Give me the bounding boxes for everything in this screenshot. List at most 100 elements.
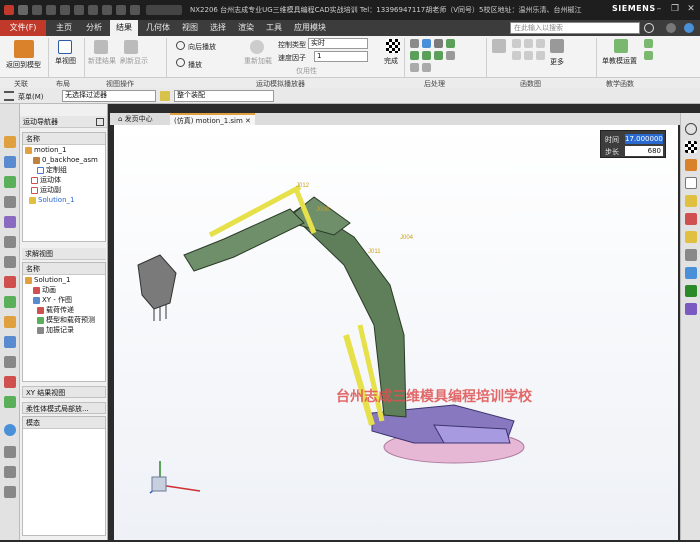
switch-window-icon[interactable] — [130, 5, 140, 15]
graph-copy-icon[interactable] — [536, 39, 545, 48]
finish-flag-icon[interactable] — [386, 39, 400, 53]
flexible-body-title[interactable]: 柔性体模式局部放... — [22, 402, 106, 414]
pmi-icon[interactable] — [4, 356, 16, 368]
tool-icon[interactable] — [685, 213, 697, 225]
tab-home-center[interactable]: ⌂ 发页中心 — [114, 113, 157, 125]
forward-icon[interactable] — [410, 51, 419, 60]
step-back-icon[interactable] — [434, 51, 443, 60]
animate-icon[interactable] — [422, 39, 431, 48]
more-icon[interactable] — [550, 39, 564, 53]
tree-node-joints[interactable]: 运动副 — [23, 185, 105, 195]
panel-maximize-icon[interactable] — [96, 118, 104, 126]
menu-geometry[interactable]: 几何体 — [140, 20, 176, 36]
search-input[interactable]: 在此输入以搜索 — [510, 22, 640, 34]
name-column-header[interactable]: 名称 — [23, 133, 105, 145]
play-button[interactable]: 播放 — [188, 60, 202, 70]
assembly-navigator-icon[interactable] — [4, 176, 16, 188]
graph-plot-icon[interactable] — [524, 51, 533, 60]
solver-icon[interactable] — [685, 159, 697, 171]
finish-flag-icon[interactable] — [685, 141, 697, 153]
menu-render[interactable]: 渲染 — [232, 20, 260, 36]
orient-view-icon[interactable] — [685, 267, 697, 279]
play-back-button[interactable]: 向后播放 — [188, 42, 216, 52]
tree-node-motion[interactable]: motion_1 — [23, 145, 105, 155]
speed-factor-select[interactable]: 1 — [314, 51, 368, 62]
globe-icon[interactable] — [4, 424, 16, 436]
measure-icon[interactable] — [4, 466, 16, 478]
cut-icon[interactable] — [60, 5, 70, 15]
settings-icon[interactable] — [666, 23, 676, 33]
render-style-icon[interactable] — [685, 285, 697, 297]
system-scenes-icon[interactable] — [4, 336, 16, 348]
time-value-field[interactable]: 17.000000 — [625, 134, 663, 144]
display-icon[interactable] — [4, 486, 16, 498]
new-result-button[interactable]: 新建结果 — [88, 56, 116, 66]
control-type-select[interactable]: 实时 — [308, 38, 368, 49]
return-model-button[interactable]: 返回到模型 — [6, 60, 41, 70]
touch-mode-icon[interactable] — [116, 5, 126, 15]
graph-delete-icon[interactable] — [512, 51, 521, 60]
tab-motion-sim[interactable]: (仿真) motion_1.sim ✕ — [170, 113, 255, 125]
teach-function-icon[interactable] — [614, 39, 628, 53]
solution-name-header[interactable]: 名称 — [23, 263, 105, 275]
clock-icon[interactable] — [4, 446, 16, 458]
constraint-navigator-icon[interactable] — [4, 196, 16, 208]
graph-edit-icon[interactable] — [524, 39, 533, 48]
graph-new-icon[interactable] — [512, 39, 521, 48]
load-transfer-node[interactable]: 载荷传递 — [23, 305, 105, 315]
function-edit-icon[interactable] — [644, 39, 653, 48]
close-tab-icon[interactable]: ✕ — [245, 117, 251, 125]
refresh-icon[interactable] — [124, 40, 138, 54]
animation-node[interactable]: 动画 — [23, 285, 105, 295]
play-icon[interactable] — [176, 58, 185, 67]
xy-result-view-title[interactable]: XY 结果视图 — [22, 386, 106, 398]
marker-icon[interactable] — [446, 39, 455, 48]
process-studio-icon[interactable] — [4, 296, 16, 308]
save-icon[interactable] — [18, 5, 28, 15]
more-button[interactable]: 更多 — [550, 57, 564, 67]
restore-icon[interactable]: ❐ — [668, 3, 682, 15]
wrench-icon[interactable] — [410, 39, 419, 48]
menu-tools[interactable]: 工具 — [260, 20, 288, 36]
reload-button[interactable]: 重新加载 — [244, 56, 272, 66]
teach-function-button[interactable]: 单教模运置 — [602, 56, 637, 66]
load-prediction-node[interactable]: 模型和载荷预测 — [23, 315, 105, 325]
step-value-field[interactable]: 680 — [625, 146, 663, 156]
graph-overlay-icon[interactable] — [536, 51, 545, 60]
return-model-icon[interactable] — [14, 40, 34, 58]
modal-column-header[interactable]: 模态 — [23, 417, 105, 429]
xy-plot-node[interactable]: XY - 作图 — [23, 295, 105, 305]
function-add-icon[interactable] — [644, 51, 653, 60]
graphics-window[interactable]: J012 J008 J004 J011 台州志成三维模具编程培训学校 — [114, 125, 678, 540]
history-icon[interactable] — [4, 256, 16, 268]
chart-icon[interactable] — [492, 39, 506, 53]
color-palette-icon[interactable] — [685, 303, 697, 315]
play-icon[interactable] — [685, 123, 697, 135]
reload-icon[interactable] — [250, 40, 264, 54]
menu-analysis[interactable]: 分析 — [80, 20, 108, 36]
type-filter-select[interactable]: 无选择过滤器 — [62, 90, 156, 102]
trace-icon[interactable] — [434, 39, 443, 48]
graph-icon[interactable] — [410, 63, 419, 72]
menu-view[interactable]: 视图 — [176, 20, 204, 36]
hamburger-icon[interactable] — [4, 91, 14, 101]
table-icon[interactable] — [422, 63, 431, 72]
file-menu[interactable]: 文件(F) — [0, 20, 46, 36]
finish-button[interactable]: 完成 — [384, 56, 398, 66]
play-back-icon[interactable] — [176, 41, 185, 50]
solution-node[interactable]: Solution_1 — [23, 275, 105, 285]
new-result-icon[interactable] — [94, 40, 108, 54]
single-view-icon[interactable] — [58, 40, 72, 54]
view-frame-icon[interactable] — [685, 177, 697, 189]
light-icon[interactable] — [685, 231, 697, 243]
palette-icon[interactable] — [4, 376, 16, 388]
tree-node-links[interactable]: 运动体 — [23, 175, 105, 185]
redo-icon[interactable] — [46, 5, 56, 15]
step-icon[interactable] — [422, 51, 431, 60]
vibration-record-node[interactable]: 加振记录 — [23, 325, 105, 335]
menu-applications[interactable]: 应用模块 — [288, 20, 332, 36]
menu-select[interactable]: 选择 — [204, 20, 232, 36]
part-navigator-icon[interactable] — [4, 156, 16, 168]
copy-icon[interactable] — [74, 5, 84, 15]
roles-icon[interactable] — [4, 316, 16, 328]
